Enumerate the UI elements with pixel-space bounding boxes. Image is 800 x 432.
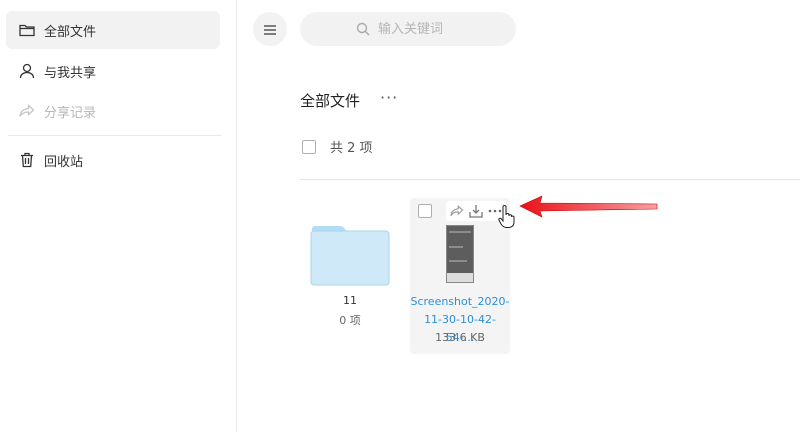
share-icon[interactable] [450,205,464,217]
file-actions [446,201,506,221]
search-input[interactable] [376,20,460,38]
sidebar-item-all-files[interactable]: 全部文件 [6,11,220,49]
folder-name: 11 [343,294,357,307]
search-icon [356,22,370,36]
file-checkbox[interactable] [418,204,432,218]
select-all-checkbox[interactable] [302,139,316,154]
sidebar-item-label: 与我共享 [44,65,97,81]
file-size: 133.6 KB [435,331,485,344]
more-options-button[interactable]: ··· [380,88,398,107]
sidebar-item-label: 回收站 [44,154,84,170]
sidebar-divider [8,135,222,136]
sidebar-item-label: 全部文件 [44,24,97,40]
item-count: 共 2 项 [330,141,373,156]
select-all-row: 共 2 项 [302,137,373,156]
share-icon [18,102,36,120]
annotation-arrow [519,195,658,218]
user-icon [18,62,36,80]
folder-item[interactable]: 11 0 项 [303,198,397,354]
folder-icon [310,225,390,291]
sidebar-item-label: 分享记录 [44,105,97,121]
sidebar-item-shared-with-me[interactable]: 与我共享 [6,52,220,90]
download-icon[interactable] [469,204,483,218]
sidebar-item-share-records[interactable]: 分享记录 [6,92,220,130]
search-box[interactable] [300,12,516,46]
file-thumbnail [446,225,474,283]
page-title: 全部文件 [300,92,361,110]
trash-icon [18,151,36,169]
hamburger-icon [264,20,276,39]
folder-meta: 0 项 [339,314,361,327]
sidebar-item-recycle-bin[interactable]: 回收站 [6,141,220,179]
menu-button[interactable] [253,12,287,46]
file-item[interactable]: Screenshot_2020- 11-30-10-42-54-... 133.… [410,198,510,354]
hand-cursor-icon [498,205,515,228]
sidebar: 全部文件 与我共享 分享记录 回收站 [0,0,237,432]
divider [300,179,800,180]
folder-icon [18,21,36,39]
